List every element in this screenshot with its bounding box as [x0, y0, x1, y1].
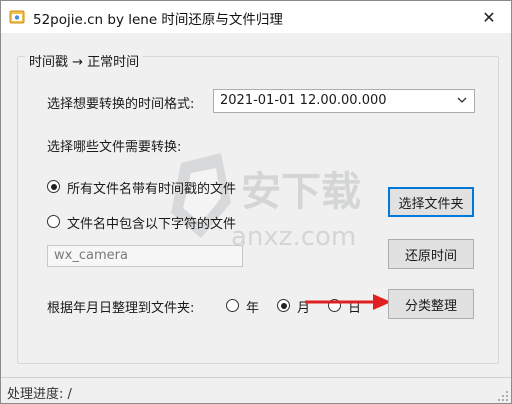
radio-year[interactable] — [226, 299, 239, 312]
client-area: 时间戳 → 正常时间 选择想要转换的时间格式: 2021-01-01 12.00… — [1, 33, 511, 377]
radio-year-label[interactable]: 年 — [246, 297, 259, 316]
watermark-domain: anxz.com — [231, 222, 356, 252]
watermark-logo: 安下载 anxz.com — [171, 153, 361, 252]
close-button[interactable]: ✕ — [467, 1, 511, 33]
watermark-text: 安下载 — [241, 169, 361, 215]
select-folder-button[interactable]: 选择文件夹 — [388, 187, 474, 217]
red-arrow-icon — [305, 294, 391, 310]
format-label: 选择想要转换的时间格式: — [47, 97, 195, 112]
status-progress: 处理进度: / — [7, 387, 72, 402]
organize-label: 根据年月日整理到文件夹: — [47, 301, 195, 316]
radio-filename-contains[interactable] — [47, 215, 60, 228]
filename-filter-input[interactable]: wx_camera — [47, 245, 243, 267]
radio-month[interactable] — [277, 299, 290, 312]
radio-all-files-label[interactable]: 所有文件名带有时间戳的文件 — [67, 178, 236, 197]
title-bar[interactable]: 52pojie.cn by lene 时间还原与文件归理 ✕ — [1, 1, 511, 33]
restore-time-button[interactable]: 还原时间 — [388, 239, 474, 269]
groupbox-title: 时间戳 → 正常时间 — [25, 51, 144, 70]
classify-button[interactable]: 分类整理 — [388, 289, 474, 319]
app-icon — [9, 10, 25, 24]
chevron-down-icon — [457, 97, 467, 103]
time-format-value: 2021-01-01 12.00.00.000 — [220, 93, 387, 108]
main-window: 52pojie.cn by lene 时间还原与文件归理 ✕ 时间戳 → 正常时… — [0, 0, 512, 404]
close-icon: ✕ — [482, 7, 496, 27]
time-format-dropdown[interactable]: 2021-01-01 12.00.00.000 — [213, 89, 475, 113]
status-bar: 处理进度: / — [1, 377, 511, 403]
radio-all-files[interactable] — [47, 180, 60, 193]
radio-filename-contains-label[interactable]: 文件名中包含以下字符的文件 — [67, 213, 236, 232]
window-title: 52pojie.cn by lene 时间还原与文件归理 — [33, 12, 283, 28]
resize-grip-icon[interactable] — [497, 390, 509, 402]
